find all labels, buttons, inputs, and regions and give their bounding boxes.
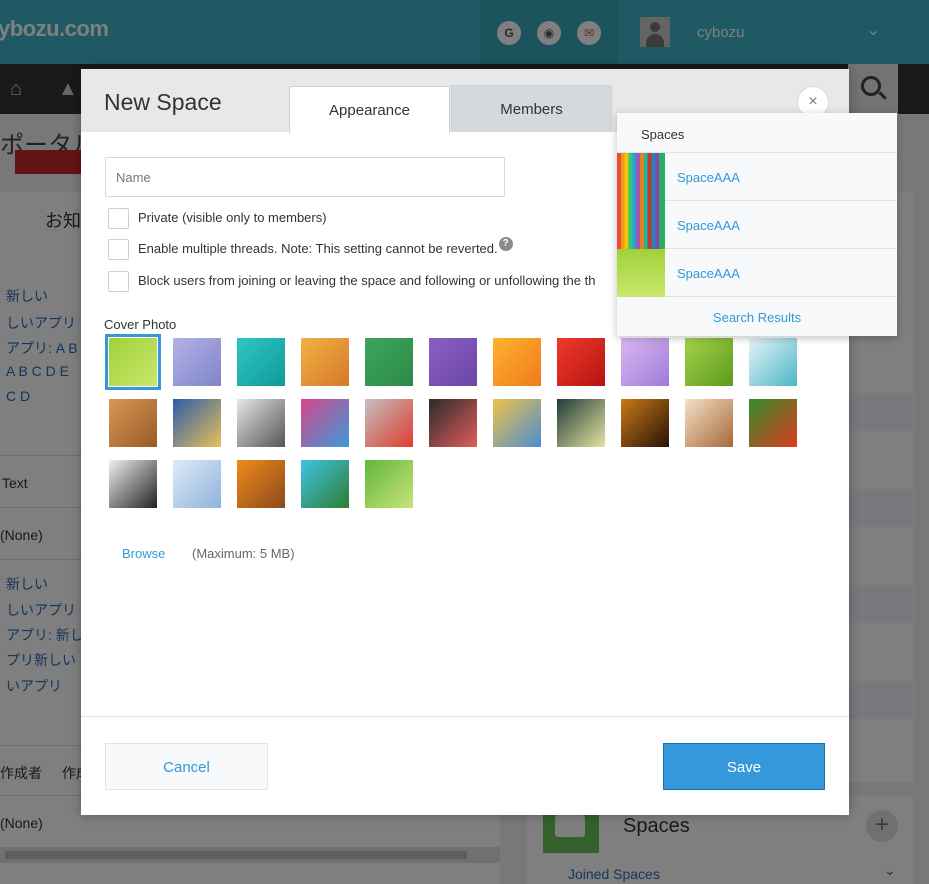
cover-orange-texture[interactable] bbox=[301, 338, 349, 386]
private-checkbox[interactable] bbox=[108, 208, 129, 229]
cover-green-lime[interactable] bbox=[105, 334, 161, 390]
dropdown-header: Spaces bbox=[617, 113, 897, 153]
search-result-item[interactable]: SpaceAAA bbox=[617, 201, 897, 249]
cover-bulbs[interactable] bbox=[557, 399, 605, 447]
search-dropdown: Spaces SpaceAAA SpaceAAA SpaceAAA Search… bbox=[617, 113, 897, 336]
cover-beach[interactable] bbox=[301, 460, 349, 508]
divider bbox=[81, 716, 849, 717]
cover-bamboo[interactable] bbox=[365, 460, 413, 508]
block-users-checkbox[interactable] bbox=[108, 271, 129, 292]
cancel-button[interactable]: Cancel bbox=[105, 743, 268, 790]
space-thumbnail bbox=[617, 249, 665, 297]
cover-bokeh[interactable] bbox=[621, 399, 669, 447]
cover-photo-label: Cover Photo bbox=[104, 317, 177, 332]
dialog-title: New Space bbox=[104, 89, 222, 115]
cover-red-flower[interactable] bbox=[557, 338, 605, 386]
private-checkbox-label[interactable]: Private (visible only to members) bbox=[138, 210, 327, 225]
browse-link[interactable]: Browse bbox=[122, 546, 165, 561]
space-thumbnail bbox=[617, 153, 665, 201]
max-size-note: (Maximum: 5 MB) bbox=[192, 546, 295, 561]
cover-latte[interactable] bbox=[685, 399, 733, 447]
help-icon[interactable]: ? bbox=[498, 237, 513, 251]
cover-cyan-cubes[interactable] bbox=[749, 338, 797, 386]
block-users-checkbox-label[interactable]: Block users from joining or leaving the … bbox=[138, 273, 595, 288]
cover-pencils[interactable] bbox=[493, 399, 541, 447]
cover-teal-paint[interactable] bbox=[237, 338, 285, 386]
dropdown-header-label: Spaces bbox=[641, 127, 685, 142]
cover-snow[interactable] bbox=[173, 460, 221, 508]
search-result-name[interactable]: SpaceAAA bbox=[677, 218, 740, 233]
multi-thread-checkbox-label[interactable]: Enable multiple threads. Note: This sett… bbox=[138, 237, 513, 256]
cover-purple-flower[interactable] bbox=[621, 338, 669, 386]
cover-green-leaf[interactable] bbox=[685, 338, 733, 386]
cover-vegetables[interactable] bbox=[749, 399, 797, 447]
cover-purple-fabric[interactable] bbox=[429, 338, 477, 386]
cover-green-fabric[interactable] bbox=[365, 338, 413, 386]
multi-thread-label-text: Enable multiple threads. Note: This sett… bbox=[138, 241, 498, 256]
cover-chalkboard[interactable] bbox=[429, 399, 477, 447]
cover-orange-flower[interactable] bbox=[493, 338, 541, 386]
cover-pumpkins[interactable] bbox=[237, 460, 285, 508]
search-result-name[interactable]: SpaceAAA bbox=[677, 266, 740, 281]
cover-cat[interactable] bbox=[109, 460, 157, 508]
search-result-item[interactable]: SpaceAAA bbox=[617, 249, 897, 297]
search-results-link[interactable]: Search Results bbox=[617, 297, 897, 336]
cover-compass[interactable] bbox=[237, 399, 285, 447]
cover-tiles[interactable] bbox=[173, 399, 221, 447]
search-result-item[interactable]: SpaceAAA bbox=[617, 153, 897, 201]
cover-books[interactable] bbox=[301, 399, 349, 447]
multi-thread-checkbox[interactable] bbox=[108, 239, 129, 260]
search-result-name[interactable]: SpaceAAA bbox=[677, 170, 740, 185]
tab-appearance[interactable]: Appearance bbox=[289, 86, 450, 133]
tab-members[interactable]: Members bbox=[451, 85, 612, 132]
space-name-input[interactable] bbox=[105, 157, 505, 197]
cover-lavender-blur[interactable] bbox=[173, 338, 221, 386]
save-button[interactable]: Save bbox=[663, 743, 825, 790]
cover-gears[interactable] bbox=[365, 399, 413, 447]
space-thumbnail bbox=[617, 201, 665, 249]
cover-weave[interactable] bbox=[109, 399, 157, 447]
